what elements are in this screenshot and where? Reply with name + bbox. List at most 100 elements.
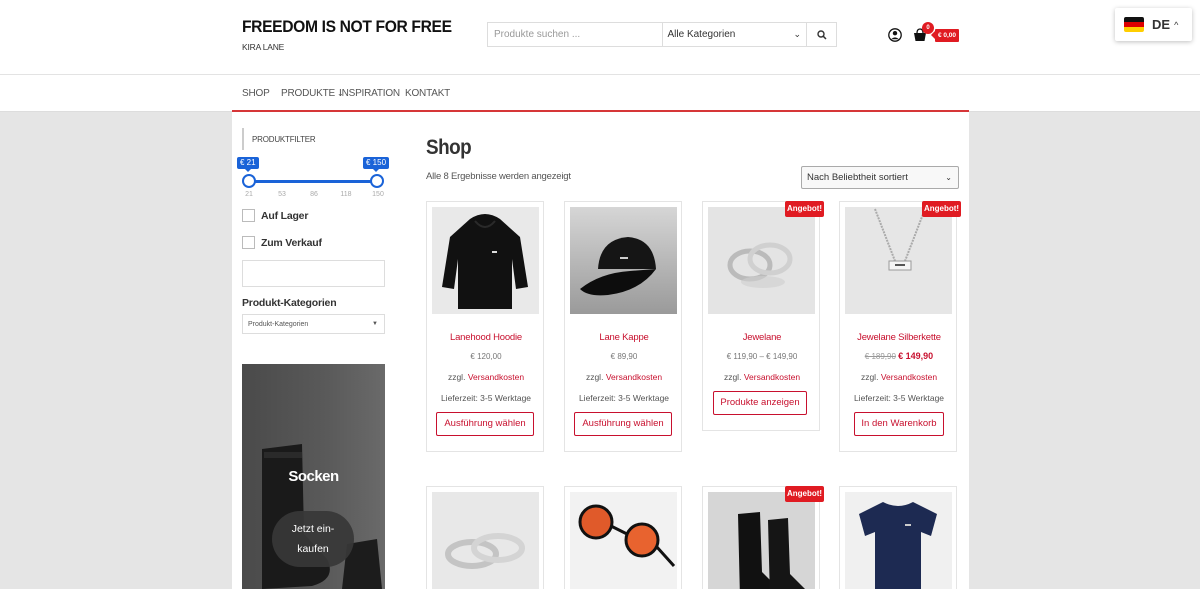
language-switcher[interactable]: DE ^	[1115, 8, 1192, 41]
cart-total[interactable]: € 0,00	[931, 29, 959, 42]
product-image[interactable]	[570, 207, 677, 314]
tick-label: 21	[245, 191, 253, 198]
germany-flag-icon	[1124, 17, 1144, 32]
search-button[interactable]	[807, 23, 836, 46]
shipping-note: zzgl. Versandkosten	[840, 372, 958, 382]
tick-label: 150	[372, 191, 384, 198]
nav-item-inspiration[interactable]: INSPIRATION	[339, 88, 400, 99]
filter-in-stock[interactable]: Auf Lager	[242, 209, 308, 222]
price-min-bubble: € 21	[237, 157, 259, 172]
delivery-time: Lieferzeit: 3-5 Werktage	[853, 393, 945, 403]
tshirt-image	[859, 502, 937, 589]
product-price: € 189,90 € 149,90	[840, 351, 958, 361]
sale-badge: Angebot!	[785, 486, 824, 502]
product-image[interactable]	[432, 492, 539, 589]
socks-image	[738, 512, 805, 589]
rings-image	[445, 533, 525, 569]
sale-price: € 149,90	[898, 351, 934, 361]
site-title[interactable]: FREEDOM IS NOT FOR FREE	[242, 17, 452, 37]
site-subtitle: KIRA LANE	[242, 42, 285, 52]
main-nav: SHOP PRODUKTE ⌄ INSPIRATION KONTAKT	[0, 75, 1200, 112]
shipping-prefix: zzgl.	[585, 372, 604, 382]
category-select[interactable]: Produkt-Kategorien ▼	[242, 314, 385, 334]
select-options-button[interactable]: Ausführung wählen	[436, 412, 534, 436]
price-max-bubble: € 150	[363, 157, 390, 172]
shipping-note: zzgl. Versandkosten	[565, 372, 683, 382]
category-heading: Produkt-Kategorien	[242, 297, 337, 309]
old-price: € 189,90	[864, 352, 896, 361]
sunglasses-image	[578, 504, 676, 568]
product-card[interactable]	[426, 486, 544, 589]
chevron-down-icon: ⌄	[945, 173, 952, 182]
product-price: € 120,00	[470, 352, 502, 361]
product-price: € 89,90	[610, 352, 638, 361]
tick-label: 86	[310, 191, 318, 198]
product-price: € 119,90 – € 149,90	[726, 352, 798, 361]
price-max-handle[interactable]	[370, 174, 384, 188]
delivery-time: Lieferzeit: 3-5 Werktage	[578, 393, 670, 403]
filter-label: Auf Lager	[261, 209, 309, 222]
nav-item-produkte[interactable]: PRODUKTE ⌄	[281, 88, 344, 99]
nav-item-kontakt[interactable]: KONTAKT	[405, 88, 450, 99]
product-card[interactable]: Angebot! Jewelane Silberkette € 189,90 €…	[839, 201, 961, 452]
tick-label: 118	[340, 191, 352, 198]
shipping-link[interactable]: Versandkosten	[881, 372, 937, 382]
shipping-prefix: zzgl.	[723, 372, 742, 382]
search-category-value: Alle Kategorien	[667, 29, 736, 40]
rings-image	[727, 242, 793, 288]
product-card[interactable]: Angebot!	[702, 486, 824, 589]
price-min-handle[interactable]	[242, 174, 256, 188]
product-image[interactable]	[708, 492, 815, 589]
product-image[interactable]	[432, 207, 539, 314]
user-icon[interactable]	[888, 28, 902, 42]
nav-item-shop[interactable]: SHOP	[242, 88, 270, 99]
product-image[interactable]	[708, 207, 815, 314]
shipping-note: zzgl. Versandkosten	[427, 372, 545, 382]
product-card[interactable]: Lane Kappe € 89,90 zzgl. Versandkosten L…	[564, 201, 682, 452]
search-icon	[816, 29, 827, 40]
filter-empty-field[interactable]	[242, 260, 385, 287]
sort-select-value: Nach Beliebtheit sortiert	[807, 172, 908, 183]
product-card[interactable]: Lanehood Hoodie € 120,00 zzgl. Versandko…	[426, 201, 544, 452]
sort-select[interactable]: Nach Beliebtheit sortiert ⌄	[801, 166, 959, 189]
sale-badge: Angebot!	[785, 201, 824, 217]
shipping-prefix: zzgl.	[447, 372, 466, 382]
delivery-time: Lieferzeit: 3-5 Werktage	[440, 393, 532, 403]
product-image[interactable]	[845, 492, 952, 589]
view-products-button[interactable]: Produkte anzeigen	[713, 391, 807, 415]
filter-label: Zum Verkauf	[261, 236, 322, 249]
caret-down-icon: ▼	[372, 321, 378, 327]
shipping-note: zzgl. Versandkosten	[703, 372, 821, 382]
site-header: FREEDOM IS NOT FOR FREE KIRA LANE Alle K…	[0, 0, 1200, 75]
product-name[interactable]: Lanehood Hoodie	[427, 332, 545, 343]
price-range-ticks: 21 53 86 118 150	[239, 191, 389, 201]
select-options-button[interactable]: Ausführung wählen	[574, 412, 672, 436]
product-image[interactable]	[845, 207, 952, 314]
in-stock-checkbox[interactable]	[242, 209, 255, 222]
search-category-select[interactable]: Alle Kategorien ⌄	[663, 23, 808, 46]
product-image[interactable]	[570, 492, 677, 589]
shipping-link[interactable]: Versandkosten	[744, 372, 800, 382]
cap-image	[580, 237, 656, 296]
product-name[interactable]: Lane Kappe	[565, 332, 683, 343]
search-bar: Alle Kategorien ⌄	[487, 22, 837, 47]
product-name[interactable]: Jewelane	[703, 332, 821, 343]
promo-title: Socken	[288, 468, 339, 485]
filter-on-sale[interactable]: Zum Verkauf	[242, 236, 322, 249]
category-select-value: Produkt-Kategorien	[248, 321, 309, 328]
chevron-up-icon: ^	[1174, 19, 1179, 30]
on-sale-checkbox[interactable]	[242, 236, 255, 249]
search-input[interactable]	[488, 23, 663, 46]
shop-now-button[interactable]: Jetzt ein- kaufen	[272, 511, 354, 567]
result-count: Alle 8 Ergebnisse werden angezeigt	[426, 171, 571, 182]
shipping-link[interactable]: Versandkosten	[606, 372, 662, 382]
product-card[interactable]	[564, 486, 682, 589]
shipping-link[interactable]: Versandkosten	[468, 372, 524, 382]
price-range-track[interactable]	[249, 180, 377, 183]
chevron-down-icon: ⌄	[793, 29, 802, 39]
product-name[interactable]: Jewelane Silberkette	[840, 332, 958, 343]
product-card[interactable]: Angebot! Jewelane € 119,90 – € 149,90 zz…	[702, 201, 824, 431]
product-card[interactable]	[839, 486, 957, 589]
add-to-cart-button[interactable]: In den Warenkorb	[854, 412, 944, 436]
shipping-prefix: zzgl.	[860, 372, 879, 382]
